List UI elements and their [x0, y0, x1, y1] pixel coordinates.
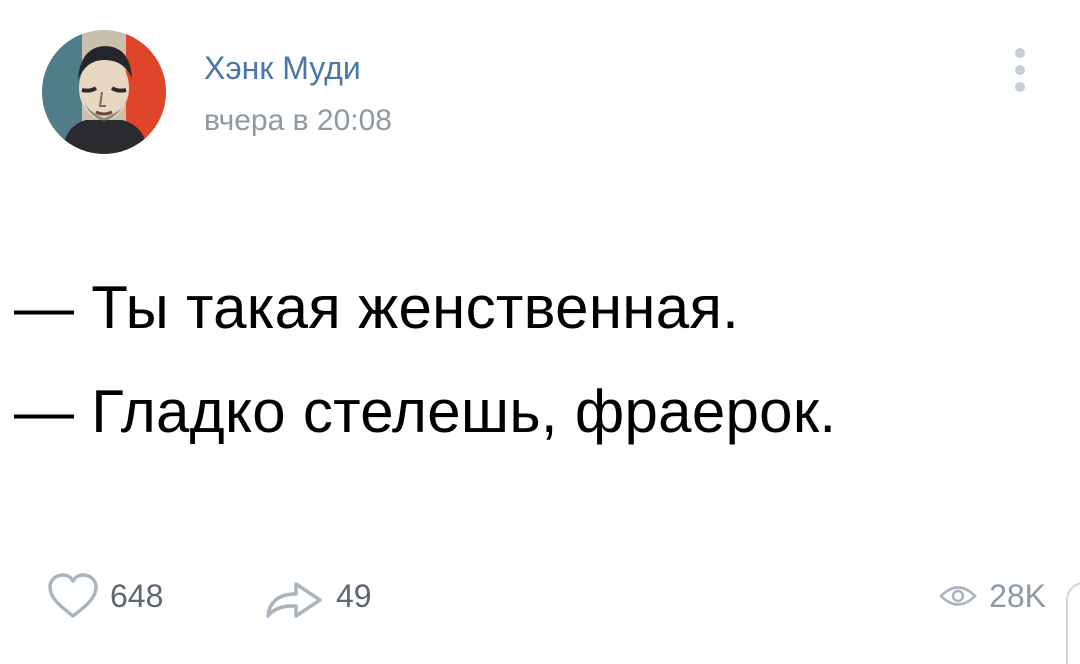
- post-text-line-2: — Гладко стелешь, фраерок.: [14, 378, 837, 445]
- views-counter: 28K: [939, 566, 1046, 626]
- vertical-dots-icon: [1015, 48, 1025, 58]
- post-footer: 648 49 28K: [46, 566, 1046, 626]
- author-name-link[interactable]: Хэнк Муди: [204, 48, 361, 88]
- more-options-button[interactable]: [1000, 40, 1040, 100]
- share-button[interactable]: 49: [262, 566, 372, 626]
- cropped-edge-element: [1066, 582, 1080, 664]
- share-count: 49: [336, 578, 372, 614]
- post-header: Хэнк Муди вчера в 20:08: [42, 30, 1042, 154]
- avatar-portrait-image: [42, 30, 166, 154]
- post-timestamp[interactable]: вчера в 20:08: [204, 102, 392, 140]
- vertical-dots-icon-dot-3: [1015, 82, 1025, 92]
- post-text-line-1: — Ты такая женственная.: [14, 274, 740, 341]
- share-arrow-icon: [266, 582, 322, 618]
- post-body-text: — Ты такая женственная. — Гладко стелешь…: [14, 256, 1064, 464]
- vertical-dots-icon-dot-2: [1015, 65, 1025, 75]
- views-count: 28K: [989, 578, 1046, 614]
- eye-icon: [939, 586, 977, 606]
- heart-icon: [48, 573, 98, 618]
- like-button[interactable]: 648: [46, 566, 163, 626]
- author-avatar[interactable]: [42, 30, 166, 154]
- post-card: Хэнк Муди вчера в 20:08 — Ты такая женст…: [0, 0, 1080, 664]
- like-count: 648: [110, 578, 164, 614]
